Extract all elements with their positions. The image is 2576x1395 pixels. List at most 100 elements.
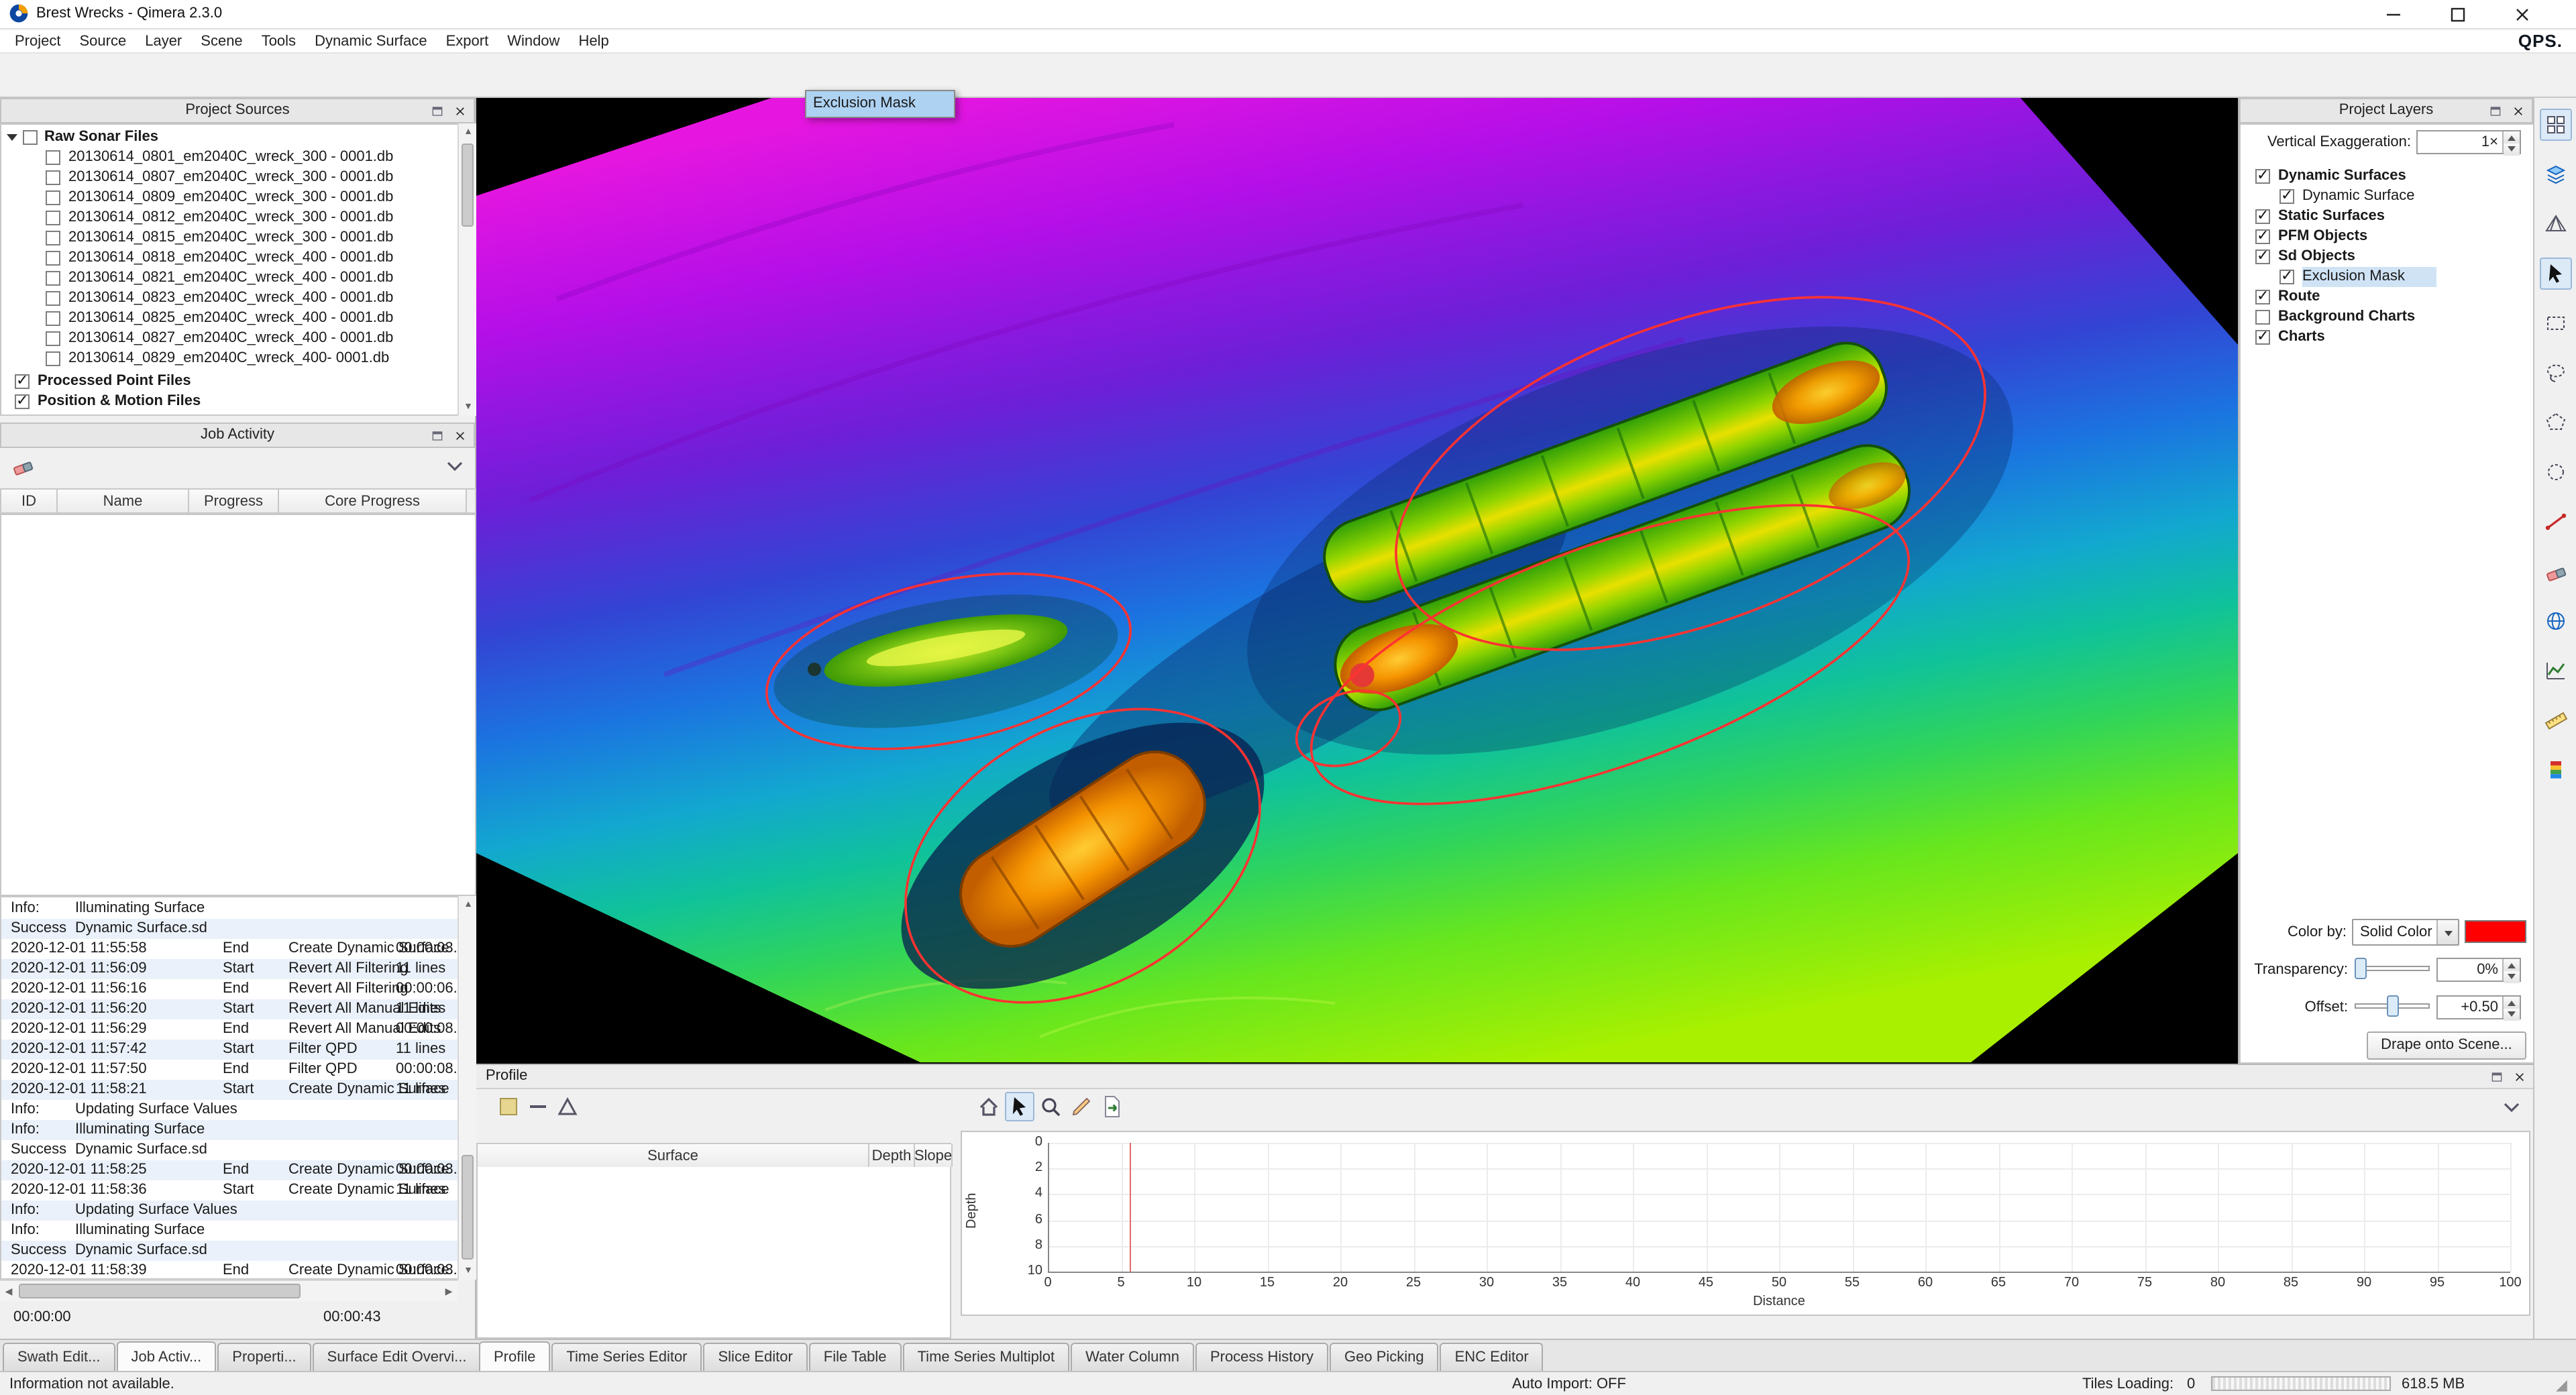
- select-cursor-icon[interactable]: [2540, 258, 2572, 290]
- close-icon[interactable]: [451, 427, 470, 445]
- log-row[interactable]: SuccessDynamic Surface.sd: [1, 1140, 459, 1160]
- log-row[interactable]: 2020-12-01 11:58:21StartCreate Dynamic S…: [1, 1080, 459, 1100]
- log-row[interactable]: 2020-12-01 11:56:09StartRevert All Filte…: [1, 959, 459, 979]
- offset-spin-arrows[interactable]: [2502, 997, 2520, 1018]
- slider-handle[interactable]: [2355, 958, 2367, 979]
- resize-grip[interactable]: ◢: [2556, 1376, 2567, 1394]
- checkbox[interactable]: [46, 271, 60, 286]
- log-row[interactable]: SuccessDynamic Surface.sd: [1, 919, 459, 939]
- job-column-name[interactable]: Name: [58, 490, 189, 512]
- scroll-up-icon[interactable]: ▲: [459, 896, 478, 913]
- tab-process-history[interactable]: Process History: [1195, 1343, 1328, 1372]
- marker-triangle-icon[interactable]: [553, 1092, 582, 1121]
- menu-export[interactable]: Export: [437, 32, 498, 50]
- scene-3d-viewport[interactable]: [476, 98, 2238, 1064]
- profile-chart[interactable]: Depth Distance 0510152025303540455055606…: [961, 1131, 2530, 1316]
- tree-item-sd-objects[interactable]: ✓Sd Objects: [2239, 247, 2534, 267]
- menu-scene[interactable]: Scene: [191, 32, 252, 50]
- remove-segment-icon[interactable]: [523, 1092, 553, 1121]
- select-cursor-icon[interactable]: [1005, 1092, 1034, 1121]
- stacked-layers-icon[interactable]: [2540, 158, 2572, 190]
- export-plot-icon[interactable]: [1097, 1092, 1127, 1121]
- tab-properti-[interactable]: Properti...: [217, 1343, 311, 1372]
- minimize-button[interactable]: [2367, 0, 2420, 30]
- profile-column-slope[interactable]: Slope: [915, 1144, 953, 1167]
- menu-source[interactable]: Source: [70, 32, 136, 50]
- drape-onto-scene-button[interactable]: Drape onto Scene...: [2367, 1031, 2526, 1060]
- float-icon[interactable]: [2486, 102, 2505, 121]
- select-lasso-icon[interactable]: [2540, 357, 2572, 389]
- checkbox[interactable]: [46, 251, 60, 266]
- tree-item-db-file[interactable]: 20130614_0812_em2040C_wreck_300 - 0001.d…: [1, 208, 475, 228]
- checkbox[interactable]: [46, 311, 60, 326]
- tab-profile[interactable]: Profile: [479, 1341, 550, 1374]
- menu-project[interactable]: Project: [5, 32, 70, 50]
- tab-time-series-multiplot[interactable]: Time Series Multiplot: [903, 1343, 1070, 1372]
- checkbox[interactable]: ✓: [2255, 209, 2270, 224]
- scroll-down-icon[interactable]: ▼: [459, 1262, 478, 1280]
- checkbox[interactable]: ✓: [15, 374, 30, 389]
- checkbox[interactable]: [46, 190, 60, 205]
- maximize-button[interactable]: [2431, 0, 2485, 30]
- checkbox[interactable]: [46, 331, 60, 346]
- float-icon[interactable]: [428, 102, 447, 121]
- scrollbar-thumb[interactable]: [19, 1284, 301, 1298]
- globe-icon[interactable]: [2540, 605, 2572, 637]
- log-row[interactable]: 2020-12-01 11:57:42StartFilter QPD11 lin…: [1, 1040, 459, 1060]
- checkbox[interactable]: ✓: [2279, 270, 2294, 284]
- log-row[interactable]: Info:Illuminating Surface: [1, 899, 459, 919]
- log-row[interactable]: 2020-12-01 11:57:50EndFilter QPD00:00:08…: [1, 1060, 459, 1080]
- tab-slice-editor[interactable]: Slice Editor: [704, 1343, 808, 1372]
- profile-color-swatch-icon[interactable]: [494, 1092, 523, 1121]
- scroll-up-icon[interactable]: ▲: [459, 123, 478, 141]
- grid-view-icon[interactable]: [2540, 109, 2572, 141]
- home-view-icon[interactable]: [974, 1092, 1004, 1121]
- slider-handle[interactable]: [2387, 995, 2399, 1017]
- color-by-combo-arrow[interactable]: [2436, 920, 2458, 944]
- log-row[interactable]: 2020-12-01 11:56:29EndRevert All Manual …: [1, 1019, 459, 1040]
- tree-item-pfm-objects[interactable]: ✓PFM Objects: [2239, 227, 2534, 247]
- select-polygon-icon[interactable]: [2540, 406, 2572, 439]
- log-row[interactable]: Info:Illuminating Surface: [1, 1120, 459, 1140]
- zoom-tool-icon[interactable]: [1036, 1092, 1065, 1121]
- close-icon[interactable]: [451, 102, 470, 121]
- menu-tools[interactable]: Tools: [252, 32, 305, 50]
- tree-item-route[interactable]: ✓Route: [2239, 287, 2534, 307]
- log-row[interactable]: 2020-12-01 11:56:16EndRevert All Filteri…: [1, 979, 459, 999]
- checkbox[interactable]: [46, 211, 60, 225]
- log-row[interactable]: Info:Illuminating Surface: [1, 1221, 459, 1241]
- tree-item-file-group[interactable]: ✓Processed Point Files: [1, 372, 475, 392]
- transparency-spinbox[interactable]: 0%: [2436, 958, 2521, 982]
- swath-fan-icon[interactable]: [2540, 208, 2572, 240]
- solid-color-swatch[interactable]: [2465, 920, 2526, 943]
- close-icon[interactable]: [2510, 1068, 2529, 1086]
- log-scrollbar[interactable]: ▲ ▼: [458, 896, 476, 1280]
- select-circle-icon[interactable]: [2540, 456, 2572, 488]
- job-column-id[interactable]: ID: [1, 490, 58, 512]
- job-column-progress[interactable]: Progress: [189, 490, 279, 512]
- tree-item-raw-sonar-files[interactable]: Raw Sonar Files: [1, 127, 475, 148]
- tab-enc-editor[interactable]: ENC Editor: [1440, 1343, 1544, 1372]
- collapse-panel-icon[interactable]: [2497, 1092, 2526, 1121]
- close-button[interactable]: [2496, 0, 2549, 30]
- scrollbar-thumb[interactable]: [462, 1155, 474, 1260]
- profile-column-surface[interactable]: Surface: [478, 1144, 869, 1167]
- checkbox[interactable]: ✓: [2279, 189, 2294, 204]
- menu-window[interactable]: Window: [498, 32, 569, 50]
- tree-item-db-file[interactable]: 20130614_0818_em2040C_wreck_400 - 0001.d…: [1, 248, 475, 268]
- tree-item-dynamic-surface[interactable]: ✓Dynamic Surface: [2239, 186, 2534, 207]
- log-hscrollbar[interactable]: ◀ ▶: [0, 1280, 458, 1301]
- checkbox[interactable]: ✓: [2255, 330, 2270, 345]
- log-row[interactable]: 2020-12-01 11:58:25EndCreate Dynamic Sur…: [1, 1160, 459, 1180]
- scroll-right-icon[interactable]: ▶: [440, 1281, 458, 1302]
- offset-slider[interactable]: [2355, 995, 2430, 1017]
- tree-item-db-file[interactable]: 20130614_0829_em2040C_wreck_400- 0001.db: [1, 349, 475, 369]
- color-scale-icon[interactable]: [2540, 754, 2572, 786]
- annotate-icon[interactable]: [1067, 1092, 1096, 1121]
- job-column-core-progress[interactable]: Core Progress: [279, 490, 467, 512]
- checkbox[interactable]: ✓: [2255, 169, 2270, 184]
- ve-spin-arrows[interactable]: [2502, 131, 2520, 153]
- log-row[interactable]: Info:Updating Surface Values: [1, 1201, 459, 1221]
- tree-item-file-group[interactable]: ✓Position & Motion Files: [1, 392, 475, 412]
- offset-spinbox[interactable]: +0.50: [2436, 995, 2521, 1019]
